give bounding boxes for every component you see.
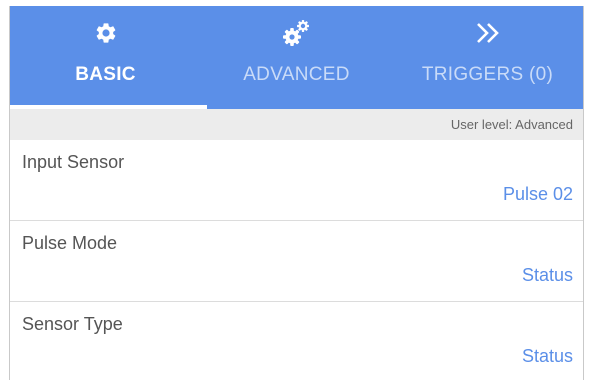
tab-basic-label: BASIC (75, 64, 136, 85)
gears-icon (201, 17, 392, 49)
setting-row-input-sensor[interactable]: Input Sensor Pulse 02 (10, 140, 583, 221)
setting-value: Status (521, 265, 573, 285)
setting-row-sensor-type[interactable]: Sensor Type Status (10, 302, 583, 380)
setting-value: Pulse 02 (502, 184, 573, 204)
user-level-text: User level: Advanced (450, 117, 573, 132)
gear-icon (10, 17, 201, 49)
setting-name: Input Sensor (22, 152, 125, 172)
tab-advanced[interactable]: ADVANCED (201, 6, 392, 109)
setting-name: Pulse Mode (22, 233, 118, 253)
setting-name: Sensor Type (22, 314, 123, 334)
tab-bar: BASIC ADVANCED TRIGGERS (0) (10, 6, 583, 109)
tab-triggers[interactable]: TRIGGERS (0) (392, 6, 583, 109)
tab-basic[interactable]: BASIC (10, 6, 201, 109)
tab-advanced-label: ADVANCED (243, 64, 350, 85)
app-frame: BASIC ADVANCED TRIGGERS (0) User level: … (9, 6, 584, 380)
setting-row-pulse-mode[interactable]: Pulse Mode Status (10, 221, 583, 302)
user-level-bar: User level: Advanced (10, 109, 583, 140)
double-chevron-right-icon (392, 17, 583, 49)
tab-triggers-label: TRIGGERS (0) (421, 64, 554, 85)
setting-value: Status (521, 346, 573, 366)
